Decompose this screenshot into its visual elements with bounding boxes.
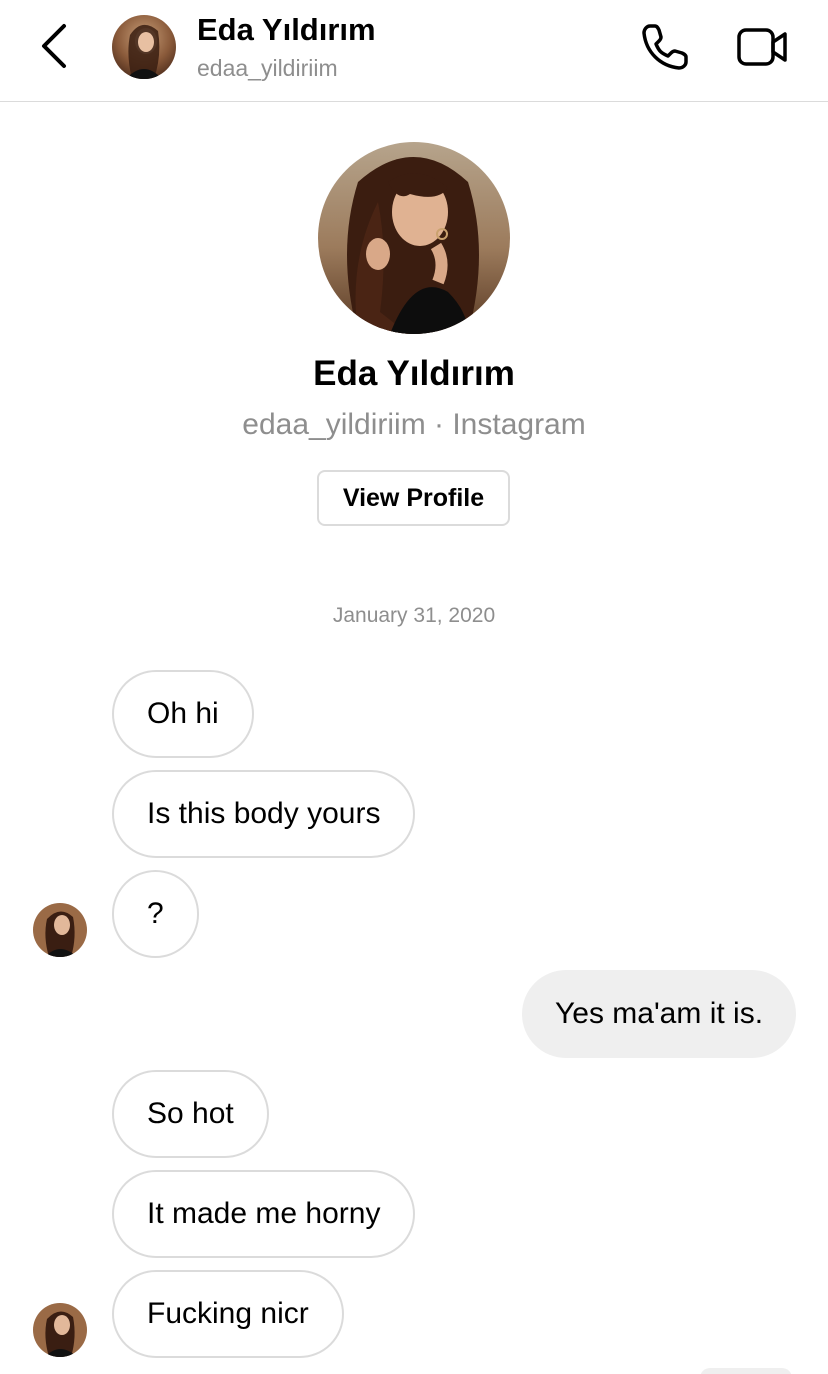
message-bubble-outgoing-partial[interactable] xyxy=(700,1368,792,1374)
back-button[interactable] xyxy=(34,20,78,72)
phone-icon xyxy=(642,24,688,70)
chevron-left-icon xyxy=(42,24,66,68)
date-separator: January 31, 2020 xyxy=(332,604,496,627)
profile-name: Eda Yıldırım xyxy=(313,354,515,393)
video-camera-icon xyxy=(737,28,787,66)
message-bubble-incoming[interactable]: ? xyxy=(112,870,199,958)
message-bubble-outgoing[interactable]: Yes ma'am it is. xyxy=(522,970,797,1058)
message-bubble-incoming[interactable]: So hot xyxy=(112,1070,269,1158)
profile-avatar[interactable] xyxy=(318,142,510,334)
message-bubble-incoming[interactable]: Oh hi xyxy=(112,670,254,758)
sender-avatar[interactable] xyxy=(33,903,87,957)
message-bubble-incoming[interactable]: It made me horny xyxy=(112,1170,416,1258)
header-name[interactable]: Eda Yıldırım xyxy=(197,12,376,48)
view-profile-button[interactable]: View Profile xyxy=(317,470,510,526)
sender-avatar[interactable] xyxy=(33,1303,87,1357)
audio-call-button[interactable] xyxy=(638,20,692,74)
header-avatar[interactable] xyxy=(112,15,176,79)
video-call-button[interactable] xyxy=(735,22,791,72)
message-bubble-incoming[interactable]: Fucking nicr xyxy=(112,1270,344,1358)
profile-subtitle: edaa_yildiriim · Instagram xyxy=(242,408,586,441)
dm-thread-screen: Eda Yıldırım edaa_yildiriim Eda Yıldırım… xyxy=(0,0,828,1374)
thread-header: Eda Yıldırım edaa_yildiriim xyxy=(0,0,828,102)
header-username: edaa_yildiriim xyxy=(197,55,338,81)
message-bubble-incoming[interactable]: Is this body yours xyxy=(112,770,416,858)
